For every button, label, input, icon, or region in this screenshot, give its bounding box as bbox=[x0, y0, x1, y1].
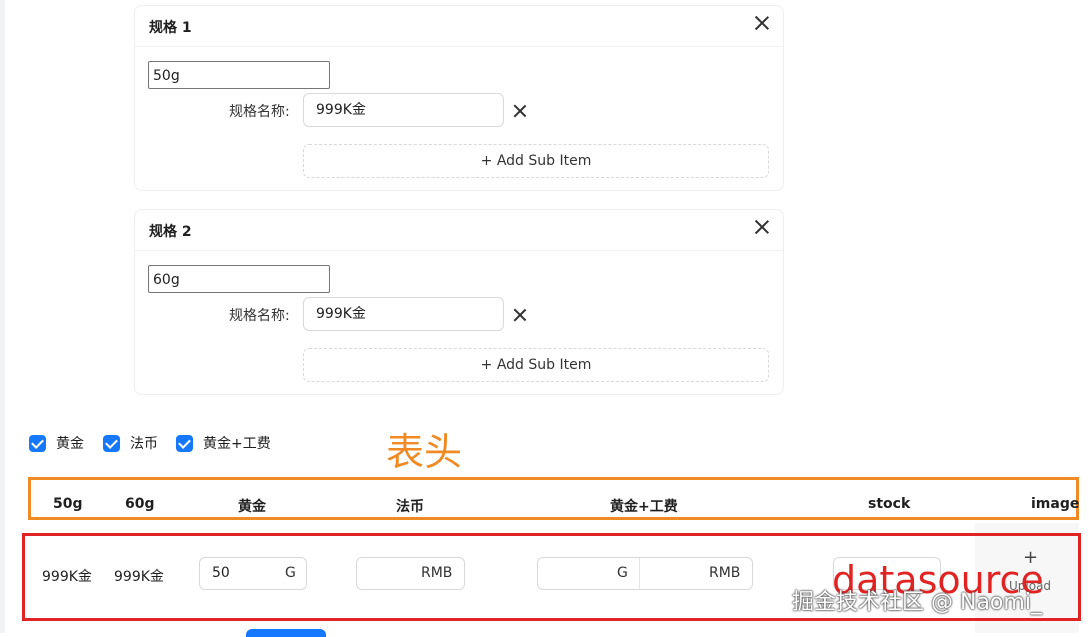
column-header: 法币 bbox=[396, 499, 424, 515]
column-header: image bbox=[1031, 496, 1080, 512]
checkbox-label: 黄金+工费 bbox=[203, 436, 271, 452]
spec-name-label: 规格名称: bbox=[229, 308, 290, 324]
unit-suffix: RMB bbox=[421, 565, 453, 581]
checkbox-checked-icon[interactable] bbox=[176, 435, 193, 452]
unit-suffix: G bbox=[285, 565, 296, 581]
close-icon[interactable] bbox=[754, 219, 770, 235]
spec-card-header: 规格 1 bbox=[135, 6, 783, 47]
left-edge-bar bbox=[0, 0, 5, 633]
spec-card-header: 规格 2 bbox=[135, 210, 783, 251]
gold-price-input[interactable]: 50 G bbox=[199, 557, 307, 590]
checkbox-checked-icon[interactable] bbox=[29, 435, 46, 452]
spec-card-2: 规格 2 60g 规格名称: 999K金 + Add Sub Item bbox=[134, 209, 784, 395]
submit-button-partial[interactable] bbox=[246, 629, 326, 637]
checkbox-label: 法币 bbox=[130, 436, 158, 452]
spec-card-title: 规格 1 bbox=[149, 20, 192, 36]
column-header: 50g bbox=[53, 496, 83, 512]
header-highlight-frame bbox=[28, 477, 1079, 520]
watermark-text: 掘金技术社区 @ Naomi_ bbox=[792, 590, 1042, 615]
remove-sub-item-icon[interactable] bbox=[513, 104, 527, 118]
table-cell: 999K金 bbox=[114, 569, 164, 585]
column-header: stock bbox=[868, 496, 911, 512]
spec-name-input[interactable]: 999K金 bbox=[303, 297, 504, 331]
add-sub-item-button[interactable]: + Add Sub Item bbox=[303, 348, 769, 382]
unit-suffix: G bbox=[617, 565, 628, 581]
input-value: 50 bbox=[212, 565, 230, 581]
spec-card-title: 规格 2 bbox=[149, 224, 192, 240]
spec-value-input[interactable]: 50g bbox=[148, 61, 330, 89]
checkbox-checked-icon[interactable] bbox=[103, 435, 120, 452]
spec-value-input[interactable]: 60g bbox=[148, 265, 330, 293]
table-cell: 999K金 bbox=[42, 569, 92, 585]
spec-name-input[interactable]: 999K金 bbox=[303, 93, 504, 127]
fiat-price-input[interactable]: RMB bbox=[356, 557, 465, 590]
input-divider bbox=[639, 558, 640, 589]
column-header: 黄金 bbox=[238, 499, 266, 515]
add-sub-item-button[interactable]: + Add Sub Item bbox=[303, 144, 769, 178]
unit-suffix: RMB bbox=[709, 565, 741, 581]
checkbox-label: 黄金 bbox=[56, 436, 84, 452]
column-header: 60g bbox=[125, 496, 155, 512]
close-icon[interactable] bbox=[754, 15, 770, 31]
remove-sub-item-icon[interactable] bbox=[513, 308, 527, 322]
header-annotation: 表头 bbox=[386, 430, 463, 474]
gold-plus-fee-input[interactable]: G RMB bbox=[537, 557, 753, 590]
column-header: 黄金+工费 bbox=[610, 499, 678, 515]
spec-name-label: 规格名称: bbox=[229, 104, 290, 120]
spec-card-1: 规格 1 50g 规格名称: 999K金 + Add Sub Item bbox=[134, 5, 784, 191]
